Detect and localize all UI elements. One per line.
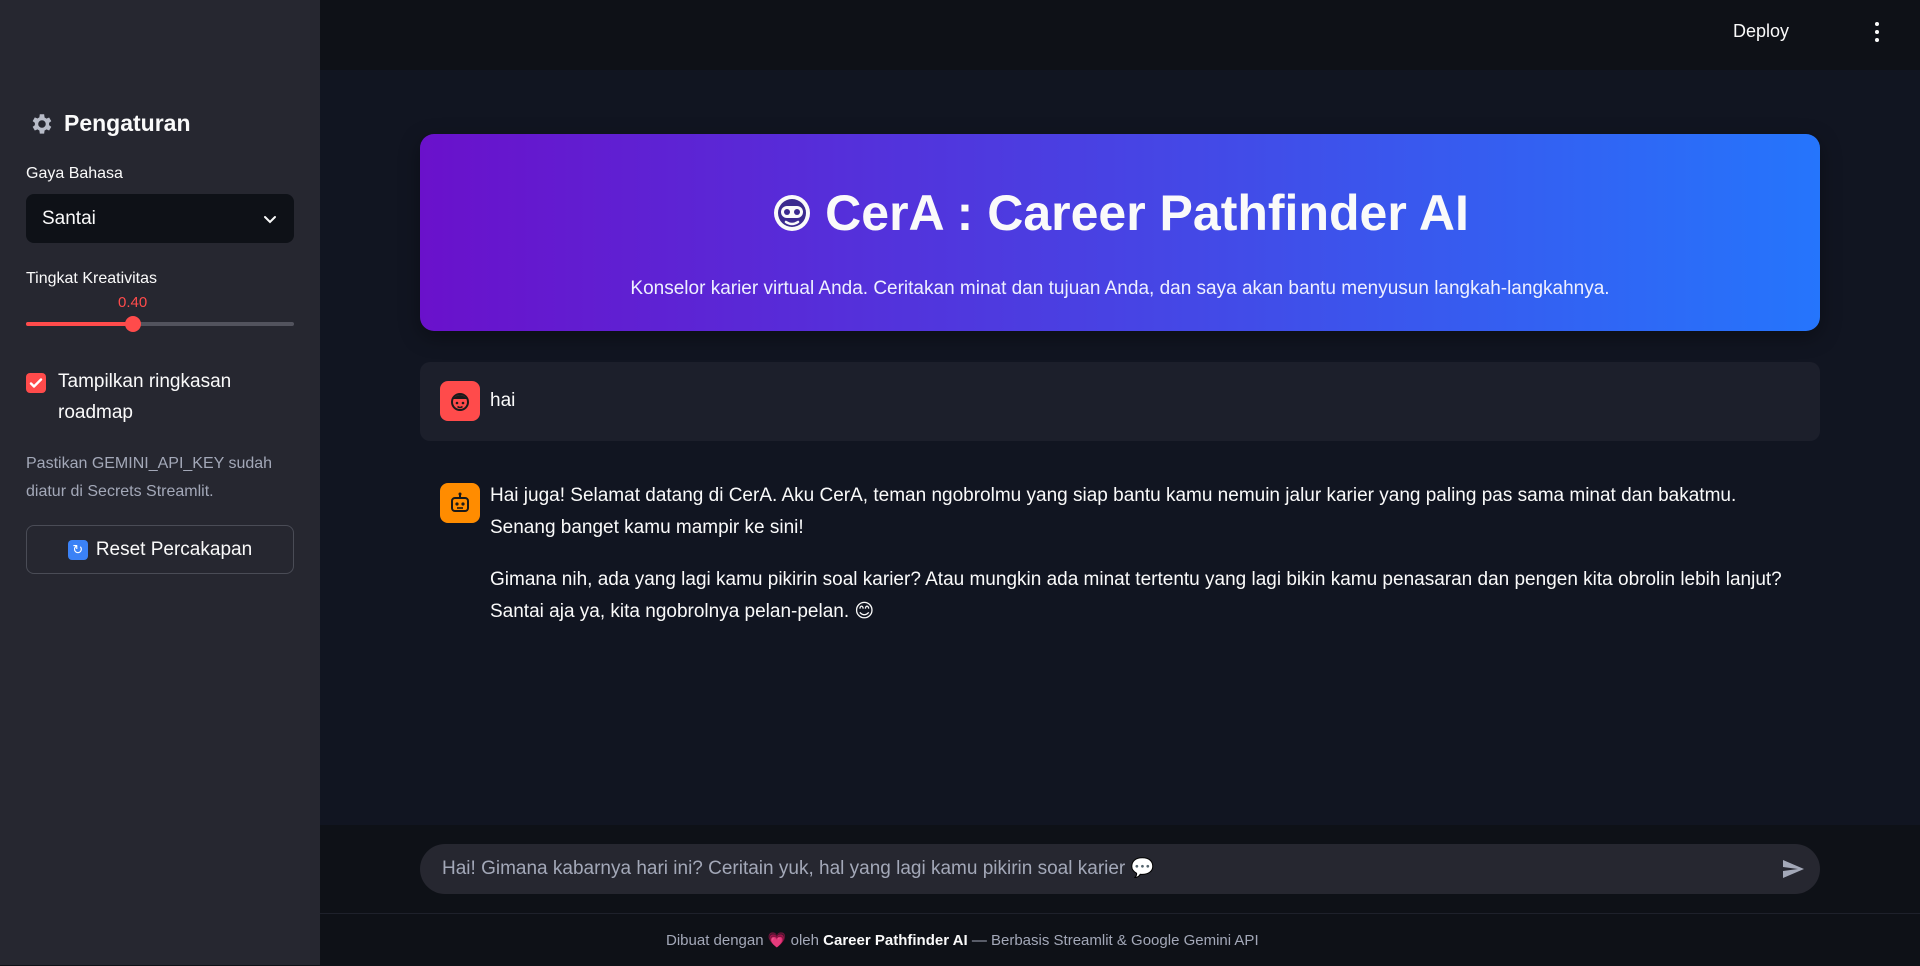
hero-subtitle: Konselor karier virtual Anda. Ceritakan … [630, 278, 1610, 299]
language-style-select[interactable]: Santai [26, 194, 294, 243]
api-key-note: Pastikan GEMINI_API_KEY sudah diatur di … [26, 455, 273, 500]
reset-conversation-button[interactable]: ↻ Reset Percakapan [26, 525, 294, 574]
hero-banner: CerA : Career Pathfinder AI Konselor kar… [420, 134, 1820, 331]
check-icon [29, 378, 43, 388]
hero-title: CerA : Career Pathfinder AI [420, 184, 1820, 242]
creativity-value: 0.40 [118, 294, 148, 311]
refresh-icon: ↻ [67, 539, 88, 560]
assistant-message-text: Hai juga! Selamat datang di CerA. Aku Ce… [490, 480, 1800, 648]
user-message-text: hai [490, 390, 516, 411]
footer: Dibuat dengan 💗 oleh Career Pathfinder A… [320, 913, 1920, 966]
user-face-icon [440, 381, 480, 421]
footer-suffix: — Berbasis Streamlit & Google Gemini API [971, 932, 1259, 949]
footer-prefix: Dibuat dengan [666, 932, 764, 949]
language-style-value: Santai [42, 207, 96, 229]
chat-input[interactable] [440, 857, 1760, 881]
robot-face-icon [774, 195, 811, 231]
more-vertical-icon[interactable] [1874, 22, 1880, 44]
creativity-label: Tingkat Kreativitas [26, 270, 158, 287]
roadmap-checkbox[interactable] [26, 373, 46, 393]
assistant-paragraph: Gimana nih, ada yang lagi kamu pikirin s… [490, 569, 1782, 622]
language-style-label: Gaya Bahasa [26, 165, 123, 182]
gear-icon [32, 113, 52, 134]
reset-button-label: Reset Percakapan [95, 538, 253, 560]
chat-message-user: hai [420, 362, 1820, 441]
top-bar: Deploy [320, 0, 1920, 70]
footer-text: Dibuat dengan 💗 oleh Career Pathfinder A… [666, 931, 1259, 949]
send-icon[interactable] [1780, 857, 1806, 881]
sidebar: Pengaturan Gaya Bahasa Santai Tingkat Kr… [0, 0, 320, 965]
chat-input-bar [320, 825, 1920, 913]
creativity-slider[interactable] [26, 316, 294, 332]
chevron-down-icon [264, 215, 276, 223]
sidebar-title: Pengaturan [64, 110, 191, 136]
slider-fill [26, 322, 134, 326]
heart-icon: 💗 [767, 932, 787, 949]
hero-title-text: CerA : Career Pathfinder AI [825, 185, 1469, 241]
chat-input-box[interactable] [420, 844, 1820, 894]
footer-by: oleh [790, 932, 819, 949]
roadmap-checkbox-row[interactable]: Tampilkan ringkasan roadmap [26, 370, 296, 428]
sidebar-header: Pengaturan [28, 110, 191, 137]
slider-thumb[interactable] [125, 316, 142, 332]
deploy-button[interactable]: Deploy [1733, 21, 1789, 42]
main-content: CerA : Career Pathfinder AI Konselor kar… [320, 70, 1920, 825]
robot-icon [440, 483, 480, 523]
assistant-paragraph: Hai juga! Selamat datang di CerA. Aku Ce… [490, 485, 1737, 538]
footer-brand: Career Pathfinder AI [823, 932, 968, 949]
roadmap-checkbox-label: Tampilkan ringkasan roadmap [58, 371, 232, 423]
